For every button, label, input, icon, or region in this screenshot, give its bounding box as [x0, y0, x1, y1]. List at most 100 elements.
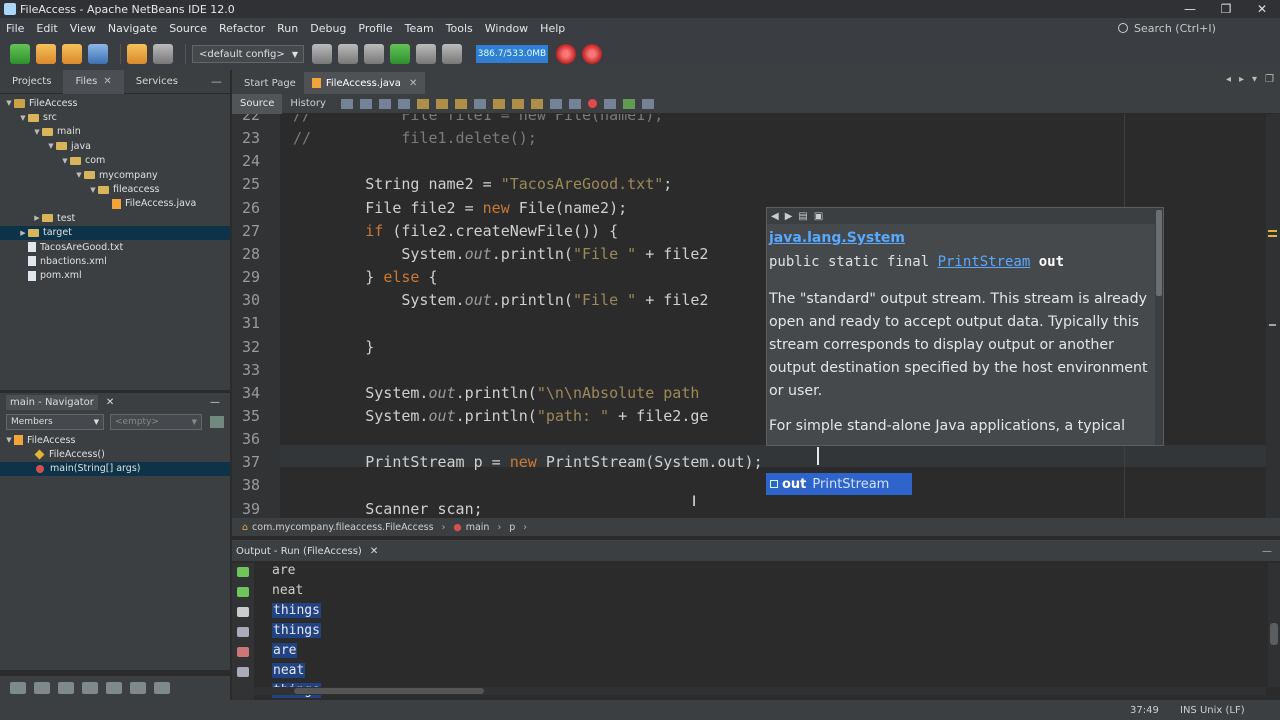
filter-icon[interactable] [106, 682, 122, 694]
tree-item[interactable]: pom.xml [0, 269, 230, 283]
navigator-item-class[interactable]: ▼ FileAccess [0, 433, 230, 447]
tab-fileaccess-java[interactable]: FileAccess.java ✕ [303, 72, 426, 94]
back-icon[interactable]: ◀ [771, 211, 779, 222]
insert-mode[interactable]: INS Unix (LF) [1180, 705, 1245, 716]
arrow-right-icon[interactable] [237, 607, 249, 617]
code-completion-item[interactable]: out PrintStream [766, 473, 912, 495]
debug-icon[interactable] [416, 44, 436, 64]
chevron-right-icon[interactable]: ▶ [18, 229, 28, 237]
maximize-icon[interactable]: ❐ [1265, 74, 1274, 85]
prev-bookmark-icon[interactable] [492, 98, 505, 109]
open-source-icon[interactable]: ▣ [814, 211, 823, 222]
lock-icon[interactable] [82, 682, 98, 694]
globe-icon[interactable] [312, 44, 332, 64]
close-icon[interactable]: ✕ [103, 76, 111, 87]
menu-team[interactable]: Team [399, 22, 440, 35]
menu-file[interactable]: File [0, 22, 30, 35]
chevron-down-icon[interactable]: ▾ [1252, 74, 1257, 85]
toggle-highlight-icon[interactable] [454, 98, 467, 109]
find-next-icon[interactable] [435, 98, 448, 109]
maximize-button[interactable]: ❐ [1208, 0, 1244, 18]
debug-output-icon[interactable] [237, 627, 249, 637]
close-icon[interactable]: ✕ [409, 78, 417, 89]
scroll-thumb[interactable] [1270, 623, 1278, 645]
redo-icon[interactable] [153, 44, 173, 64]
chevron-down-icon[interactable]: ▼ [74, 171, 84, 179]
menu-source[interactable]: Source [163, 22, 213, 35]
sort-icon[interactable] [154, 682, 170, 694]
hammer-icon[interactable] [338, 44, 358, 64]
menu-debug[interactable]: Debug [304, 22, 352, 35]
menu-edit[interactable]: Edit [30, 22, 63, 35]
rerun-with-params-icon[interactable] [237, 587, 249, 597]
cursor-position[interactable]: 37:49 [1130, 705, 1159, 716]
menu-window[interactable]: Window [479, 22, 534, 35]
output-hscrollbar[interactable] [254, 687, 1266, 695]
breadcrumb-item-var[interactable]: p [509, 522, 515, 533]
chevron-down-icon[interactable]: ▼ [4, 99, 14, 107]
scroll-thumb[interactable] [1156, 210, 1162, 296]
gc-icon[interactable] [556, 44, 576, 64]
tab-start-page[interactable]: Start Page [236, 72, 304, 94]
empty-dropdown[interactable]: <empty> ▼ [110, 414, 202, 430]
run-icon[interactable] [390, 44, 410, 64]
config-dropdown[interactable]: <default config> ▼ [192, 45, 304, 63]
output-vscrollbar[interactable] [1268, 563, 1280, 687]
comment-icon[interactable] [622, 98, 635, 109]
tree-item[interactable]: FileAccess.java [0, 197, 230, 211]
minimize-icon[interactable]: — [211, 75, 222, 88]
filter-settings-icon[interactable] [210, 416, 224, 428]
source-mode-button[interactable]: Source [232, 93, 283, 114]
history-mode-button[interactable]: History [282, 94, 334, 114]
editor-scrollbar[interactable] [1266, 114, 1280, 518]
tree-item[interactable]: ▼ src [0, 110, 230, 124]
new-project-icon[interactable] [36, 44, 56, 64]
chevron-down-icon[interactable]: ▼ [46, 142, 56, 150]
chevron-right-icon[interactable]: ▶ [32, 214, 42, 222]
pin-icon[interactable] [130, 682, 146, 694]
tree-item[interactable]: ▼ FileAccess [0, 96, 230, 110]
menu-refactor[interactable]: Refactor [213, 22, 271, 35]
profiler-snapshot-icon[interactable] [582, 44, 602, 64]
menu-run[interactable]: Run [271, 22, 304, 35]
tree-item[interactable]: ▼ java [0, 139, 230, 153]
open-in-browser-icon[interactable]: ▤ [798, 211, 807, 222]
menu-help[interactable]: Help [534, 22, 571, 35]
menu-navigate[interactable]: Navigate [102, 22, 163, 35]
uncomment-icon[interactable] [641, 98, 654, 109]
record-macro-icon[interactable] [587, 99, 597, 108]
forward-icon[interactable]: ▶ [785, 211, 793, 222]
shift-left-icon[interactable] [549, 98, 562, 109]
tree-item[interactable]: ▶ target [0, 225, 230, 240]
tree-item[interactable]: ▶ test [0, 211, 230, 225]
minimize-icon[interactable]: — [1262, 546, 1272, 557]
tree-item[interactable]: ▼ fileaccess [0, 182, 230, 196]
chevron-down-icon[interactable]: ▼ [60, 157, 70, 165]
navigator-item-main[interactable]: main(String[] args) [0, 461, 230, 477]
chevron-left-icon[interactable]: ◂ [1226, 74, 1231, 85]
back-icon[interactable] [359, 98, 372, 109]
new-file-icon[interactable] [10, 44, 30, 64]
clean-build-icon[interactable] [364, 44, 384, 64]
rerun-icon[interactable] [237, 567, 249, 577]
last-edit-icon[interactable] [340, 98, 353, 109]
settings-icon[interactable] [237, 667, 249, 677]
forward-icon[interactable] [378, 98, 391, 109]
find-icon[interactable] [397, 98, 410, 109]
chevron-right-icon[interactable]: ▸ [1239, 74, 1244, 85]
chevron-down-icon[interactable]: ▼ [18, 114, 28, 122]
navigator-item-constructor[interactable]: FileAccess() [0, 447, 230, 461]
toggle-bookmark-icon[interactable] [530, 98, 543, 109]
menu-view[interactable]: View [64, 22, 102, 35]
tree-item[interactable]: ▼ com [0, 154, 230, 168]
chevron-down-icon[interactable]: ▼ [32, 128, 42, 136]
minimize-icon[interactable]: — [210, 397, 220, 408]
save-all-icon[interactable] [88, 44, 108, 64]
close-icon[interactable]: ✕ [370, 546, 378, 557]
search-input[interactable]: Search (Ctrl+I) [1134, 22, 1216, 35]
tab-files[interactable]: Files ✕ [63, 69, 124, 94]
tab-services[interactable]: Services [124, 70, 190, 94]
javadoc-scrollbar[interactable] [1155, 208, 1163, 445]
breadcrumb-item-class[interactable]: com.mycompany.fileaccess.FileAccess [252, 522, 434, 533]
undo-icon[interactable] [127, 44, 147, 64]
